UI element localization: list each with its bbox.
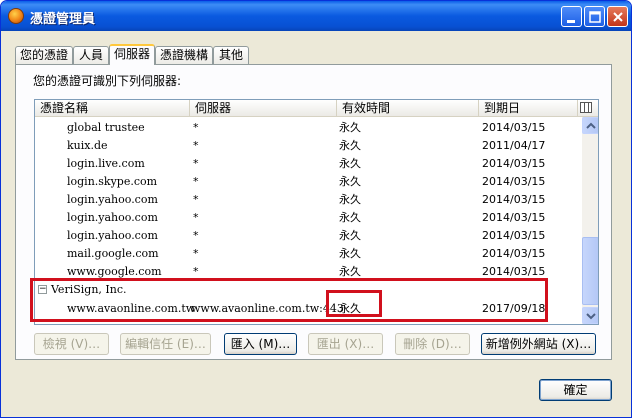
certificate-tree[interactable]: 憑證名稱 伺服器 有效時間 到期日 global trustee * 永久 20…	[34, 99, 599, 325]
tree-row-selected[interactable]: www.avaonline.com.tw www.avaonline.com.t…	[35, 300, 580, 318]
tree-row[interactable]: login.live.com * 永久 2014/03/15	[35, 155, 580, 173]
close-icon	[613, 12, 623, 22]
column-cert-name[interactable]: 憑證名稱	[35, 100, 190, 117]
view-button[interactable]: 檢視 (V)…	[34, 333, 109, 355]
tab-others[interactable]: 其他	[213, 46, 249, 64]
vertical-scrollbar[interactable]	[582, 117, 598, 324]
maximize-icon	[589, 11, 601, 23]
minimize-icon	[567, 20, 575, 23]
scroll-up-button[interactable]	[582, 117, 598, 134]
tree-row[interactable]: www.google.com * 永久 2014/03/15	[35, 263, 580, 281]
export-button[interactable]: 匯出 (X)…	[308, 333, 383, 355]
column-server[interactable]: 伺服器	[190, 100, 337, 117]
scroll-down-button[interactable]	[582, 307, 598, 324]
panel-description: 您的憑證可識別下列伺服器:	[33, 74, 182, 88]
chevron-down-icon	[586, 313, 596, 320]
tree-row[interactable]: kuix.de * 永久 2011/04/17	[35, 137, 580, 155]
ok-button[interactable]: 確定	[539, 379, 612, 401]
tree-row[interactable]: login.yahoo.com * 永久 2014/03/15	[35, 227, 580, 245]
window-title: 憑證管理員	[30, 12, 96, 27]
scroll-thumb[interactable]	[582, 237, 598, 305]
collapse-toggle[interactable]: −	[38, 285, 47, 294]
add-exception-button[interactable]: 新增例外網站 (X)…	[481, 333, 596, 355]
tab-authorities[interactable]: 憑證機構	[155, 46, 213, 64]
chevron-up-icon	[586, 122, 596, 129]
column-picker-icon[interactable]	[580, 102, 592, 113]
maximize-button[interactable]	[584, 6, 605, 27]
tree-row[interactable]: login.skype.com * 永久 2014/03/15	[35, 173, 580, 191]
edit-trust-button[interactable]: 編輯信任 (E)…	[120, 333, 211, 355]
delete-button[interactable]: 刪除 (D)…	[395, 333, 470, 355]
tree-row[interactable]: mail.google.com * 永久 2014/03/15	[35, 245, 580, 263]
tree-row[interactable]: login.yahoo.com * 永久 2014/03/15	[35, 191, 580, 209]
title-bar[interactable]: 憑證管理員	[1, 1, 631, 31]
column-header: 憑證名稱 伺服器 有效時間 到期日	[35, 100, 598, 117]
column-lifetime[interactable]: 有效時間	[337, 100, 479, 117]
tree-row[interactable]: login.yahoo.com * 永久 2014/03/15	[35, 209, 580, 227]
tree-group-row[interactable]: − VeriSign, Inc.	[35, 281, 580, 299]
tree-row[interactable]: global trustee * 永久 2014/03/15	[35, 119, 580, 137]
minimize-button[interactable]	[561, 6, 582, 27]
firefox-icon	[8, 8, 24, 24]
tab-servers[interactable]: 伺服器	[109, 44, 155, 65]
close-button[interactable]	[607, 6, 628, 27]
column-expires[interactable]: 到期日	[479, 100, 578, 117]
import-button[interactable]: 匯入 (M)…	[224, 333, 297, 355]
group-label: VeriSign, Inc.	[51, 283, 127, 296]
tab-people[interactable]: 人員	[73, 46, 109, 64]
servers-panel: 您的憑證可識別下列伺服器: 憑證名稱 伺服器 有效時間 到期日 global t…	[15, 64, 612, 360]
certificate-manager-window: 憑證管理員 您的憑證 人員 伺服器 憑證機構 其他 您的憑證可識別下列伺服器: …	[0, 0, 632, 418]
tab-your-certificates[interactable]: 您的憑證	[15, 46, 73, 64]
